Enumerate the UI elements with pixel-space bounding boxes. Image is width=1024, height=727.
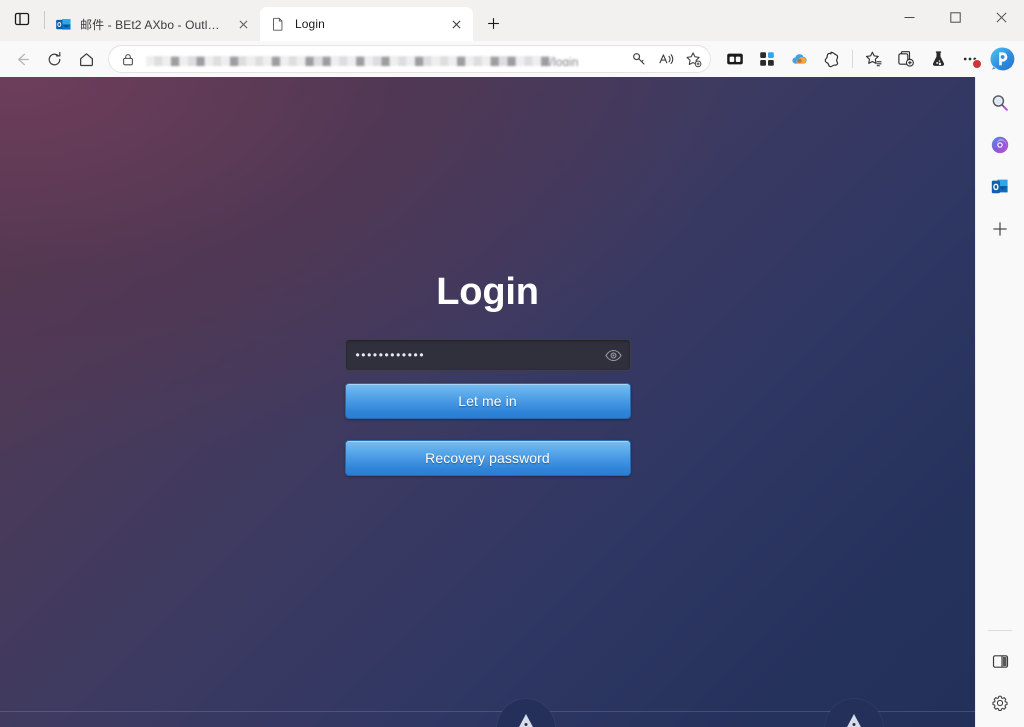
- password-key-icon[interactable]: [626, 47, 652, 71]
- tab-actions-icon: [14, 12, 30, 25]
- eye-icon[interactable]: [604, 345, 624, 365]
- onedrive-cloud-icon[interactable]: [783, 44, 815, 74]
- login-button[interactable]: Let me in: [344, 383, 631, 419]
- badge-glyph-icon: [847, 714, 861, 727]
- sidebar-panel-toggle[interactable]: [984, 645, 1016, 677]
- beaker-icon[interactable]: [922, 44, 954, 74]
- search-copilot-icon: [992, 95, 1008, 111]
- home-icon: [79, 52, 93, 66]
- password-field-wrapper: [344, 339, 631, 371]
- more-options-icon[interactable]: [954, 44, 986, 74]
- back-arrow-icon: [17, 53, 29, 65]
- edge-sidebar: [975, 77, 1024, 727]
- close-window-button[interactable]: [978, 0, 1024, 34]
- collections-icon[interactable]: [890, 44, 922, 74]
- tab-close-button[interactable]: [445, 13, 467, 35]
- browser-window: 邮件 - BEt2 AXbo - Outlook Login ░▒░▓░▒▓░▒…: [0, 0, 1024, 727]
- outlook-icon: [55, 16, 71, 32]
- bottom-badge-right: [825, 699, 883, 727]
- home-button[interactable]: [70, 44, 102, 74]
- sidebar-item-add[interactable]: [984, 213, 1016, 245]
- copilot-swirl-icon: [991, 136, 1009, 154]
- tab-close-button[interactable]: [232, 13, 254, 35]
- bottom-badge-left: [497, 699, 555, 727]
- login-form: Let me in Recovery password: [344, 339, 631, 476]
- login-page: Login Let me in Recovery password: [0, 77, 975, 727]
- toolbar-divider: [852, 50, 853, 68]
- tab-title: 邮件 - BEt2 AXbo - Outlook: [80, 17, 224, 32]
- tab-actions-button[interactable]: [0, 0, 44, 41]
- browser-toolbar: ░▒░▓░▒▓░▒░▓▒░▒░▓░▒░▓▒▓░▒░▓░▒▓░▒░▓▒░▒░▓░▒…: [0, 41, 1024, 77]
- app-grid-icon[interactable]: [751, 44, 783, 74]
- more-options-badge: [972, 59, 982, 69]
- sidebar-item-outlook[interactable]: [984, 171, 1016, 203]
- close-icon: [452, 20, 460, 28]
- page-viewport: Login Let me in Recovery password: [0, 77, 975, 727]
- tab-list: 邮件 - BEt2 AXbo - Outlook Login: [45, 0, 509, 41]
- tab-login[interactable]: Login: [260, 7, 473, 41]
- favorites-icon[interactable]: [858, 44, 890, 74]
- address-bar-actions: [625, 47, 706, 71]
- close-icon: [239, 20, 247, 28]
- address-bar-url[interactable]: ░▒░▓░▒▓░▒░▓▒░▒░▓░▒░▓▒▓░▒░▓░▒▓░▒░▓▒░▒░▓░▒…: [146, 53, 625, 66]
- tab-outlook[interactable]: 邮件 - BEt2 AXbo - Outlook: [45, 7, 260, 41]
- read-aloud-icon[interactable]: [653, 47, 679, 71]
- tab-title: Login: [295, 17, 325, 31]
- sidebar-item-copilot[interactable]: [984, 129, 1016, 161]
- maximize-icon: [949, 11, 961, 23]
- badge-glyph-icon: [519, 714, 533, 727]
- recovery-password-button[interactable]: Recovery password: [344, 440, 631, 476]
- new-tab-button[interactable]: [477, 7, 509, 39]
- minimize-icon: [904, 16, 914, 18]
- add-app-icon: [993, 222, 1007, 236]
- page-title: Login: [436, 271, 539, 313]
- tab-strip: 邮件 - BEt2 AXbo - Outlook Login: [0, 0, 1024, 41]
- add-favorite-icon[interactable]: [680, 47, 706, 71]
- back-button[interactable]: [6, 44, 38, 74]
- sidebar-panel-icon: [992, 654, 1008, 668]
- minimize-button[interactable]: [886, 0, 932, 34]
- refresh-icon: [48, 51, 60, 65]
- split-screen-icon[interactable]: [719, 44, 751, 74]
- generic-page-icon: [270, 16, 286, 32]
- page-bottom-decorations: [0, 667, 975, 727]
- sidebar-item-search[interactable]: [984, 87, 1016, 119]
- plus-icon: [487, 17, 499, 29]
- password-input[interactable]: [344, 339, 631, 371]
- outlook-icon: [991, 179, 1008, 194]
- sidebar-settings-button[interactable]: [984, 687, 1016, 719]
- bing-copilot-icon: [990, 47, 1015, 71]
- lock-icon: [119, 50, 137, 68]
- maximize-button[interactable]: [932, 0, 978, 34]
- close-icon: [995, 11, 1007, 23]
- browser-essentials-icon[interactable]: [815, 44, 847, 74]
- window-controls: [886, 0, 1024, 34]
- sidebar-divider: [988, 630, 1012, 631]
- copilot-button[interactable]: [988, 44, 1018, 74]
- address-bar[interactable]: ░▒░▓░▒▓░▒░▓▒░▒░▓░▒░▓▒▓░▒░▓░▒▓░▒░▓▒░▒░▓░▒…: [108, 45, 711, 73]
- toolbar-right-icons: [719, 44, 1018, 74]
- url-text: ░▒░▓░▒▓░▒░▓▒░▒░▓░▒░▓▒▓░▒░▓░▒▓░▒░▓▒░▒░▓░▒…: [146, 56, 579, 66]
- refresh-button[interactable]: [38, 44, 70, 74]
- gear-icon: [992, 695, 1008, 711]
